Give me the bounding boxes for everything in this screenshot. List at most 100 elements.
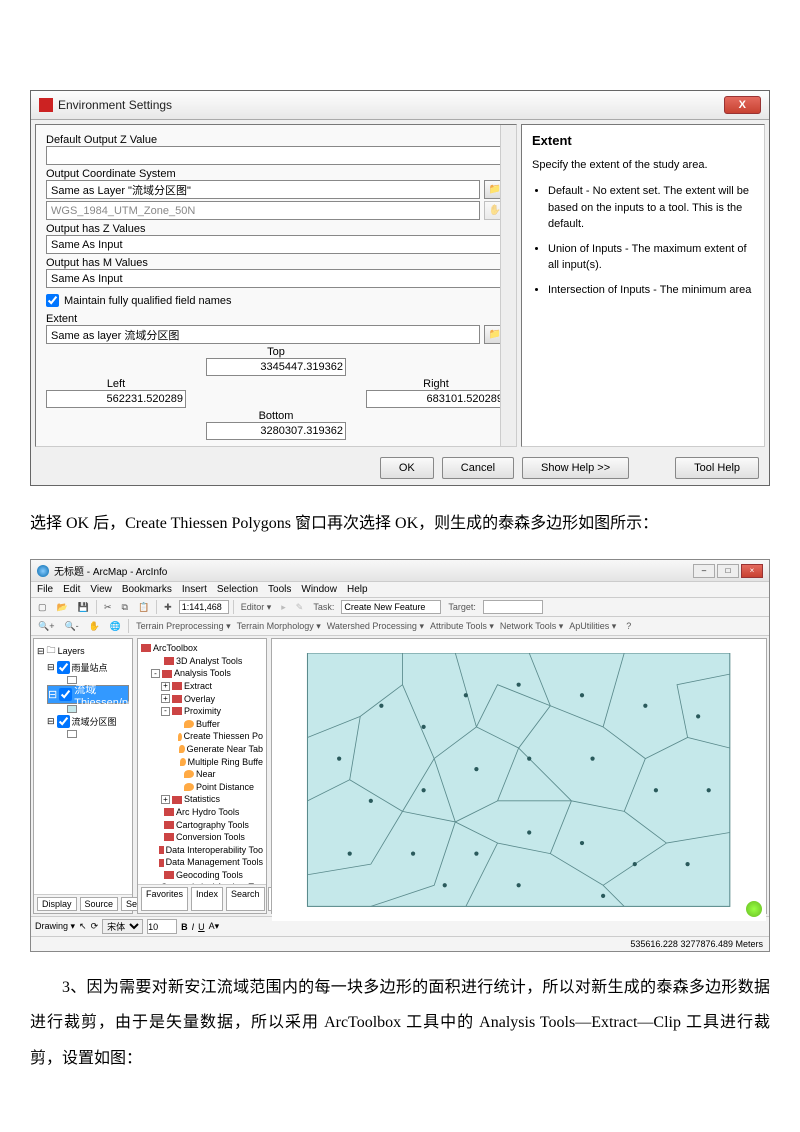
cut-icon[interactable]: ✂ xyxy=(101,601,115,614)
editor-menu[interactable]: Editor ▾ xyxy=(238,601,275,614)
paste-icon[interactable]: 📋 xyxy=(135,601,152,614)
toolbox-item[interactable]: 3D Analyst Tools xyxy=(151,655,263,668)
italic-icon[interactable]: I xyxy=(192,922,195,932)
toolbox-item[interactable]: Arc Hydro Tools xyxy=(151,806,263,819)
arcmap-titlebar[interactable]: 无标题 - ArcMap - ArcInfo – □ × xyxy=(31,560,769,582)
bottom-input[interactable] xyxy=(206,422,346,440)
rotate-icon[interactable]: ⟳ xyxy=(91,921,99,932)
add-data-icon[interactable]: ✚ xyxy=(161,601,175,614)
underline-icon[interactable]: U xyxy=(198,922,205,932)
right-input[interactable] xyxy=(366,390,506,408)
drawing-menu[interactable]: Drawing ▾ xyxy=(35,921,75,932)
bold-icon[interactable]: B xyxy=(181,922,188,932)
zoom-out-icon[interactable]: 🔍- xyxy=(61,620,81,633)
toolbox-tab[interactable]: Favorites xyxy=(141,887,188,911)
select-elements-icon[interactable]: ↖ xyxy=(79,921,87,932)
help-panel: Extent Specify the extent of the study a… xyxy=(521,124,765,447)
toolbox-item[interactable]: +Overlay xyxy=(161,693,263,706)
default-z-input[interactable] xyxy=(46,146,506,165)
tool-item[interactable]: Buffer xyxy=(171,718,263,731)
has-m-select[interactable] xyxy=(46,269,506,288)
hydro-menu-item[interactable]: Terrain Preprocessing ▾ xyxy=(133,620,234,632)
toolbox-item[interactable]: +Statistics xyxy=(161,793,263,806)
toolbox-item[interactable]: Geocoding Tools xyxy=(151,869,263,882)
font-size-input[interactable] xyxy=(147,919,177,934)
toc-layer[interactable]: ⊟流域Thiessen/polygons xyxy=(47,685,129,704)
map-canvas[interactable] xyxy=(271,638,767,914)
refresh-icon[interactable] xyxy=(746,901,762,917)
toolbox-tab[interactable]: Index xyxy=(191,887,223,911)
arcmap-window: 无标题 - ArcMap - ArcInfo – □ × File Edit Vie… xyxy=(30,559,770,952)
zoom-in-icon[interactable]: 🔍+ xyxy=(35,620,57,633)
toolbox-item[interactable]: -Proximity xyxy=(161,705,263,718)
hydro-menu-item[interactable]: Network Tools ▾ xyxy=(497,620,566,632)
font-color-icon[interactable]: A▾ xyxy=(209,921,220,932)
scale-input[interactable] xyxy=(179,600,229,614)
toc-layer[interactable]: ⊟雨量站点 xyxy=(47,660,129,675)
font-select[interactable]: 宋体 xyxy=(102,919,143,934)
hydro-menu-item[interactable]: Watershed Processing ▾ xyxy=(324,620,427,632)
menu-item[interactable]: Bookmarks xyxy=(122,584,172,595)
toc-root[interactable]: ⊟🗀Layers xyxy=(37,642,129,660)
minimize-button[interactable]: – xyxy=(693,564,715,578)
task-select[interactable] xyxy=(341,600,441,614)
toc-tab[interactable]: Display xyxy=(37,897,77,911)
toc-layer[interactable]: ⊟流域分区图 xyxy=(47,714,129,729)
layer-symbol[interactable] xyxy=(67,729,129,739)
coord-sys-select[interactable] xyxy=(46,180,480,199)
cancel-button[interactable]: Cancel xyxy=(442,457,514,479)
menu-item[interactable]: Selection xyxy=(217,584,258,595)
help-icon[interactable]: ? xyxy=(623,620,634,632)
top-input[interactable] xyxy=(206,358,346,376)
scrollbar[interactable] xyxy=(500,125,516,446)
close-button[interactable]: × xyxy=(741,564,763,578)
open-icon[interactable]: 📂 xyxy=(54,601,71,614)
save-icon[interactable]: 💾 xyxy=(75,601,92,614)
dialog-titlebar[interactable]: Environment Settings X xyxy=(31,91,769,120)
show-help-button[interactable]: Show Help >> xyxy=(522,457,629,479)
edit-tool-icon: ▸ xyxy=(278,601,289,614)
menu-item[interactable]: Insert xyxy=(182,584,207,595)
close-button[interactable]: X xyxy=(724,96,761,114)
menu-item[interactable]: Tools xyxy=(268,584,291,595)
hydro-menu-item[interactable]: ApUtilities ▾ xyxy=(566,620,619,632)
has-z-select[interactable] xyxy=(46,235,506,254)
toolbox-tab[interactable]: Search xyxy=(226,887,265,911)
menu-item[interactable]: Window xyxy=(301,584,337,595)
toc-tab[interactable]: Source xyxy=(80,897,119,911)
extent-select[interactable] xyxy=(46,325,480,344)
tool-item[interactable]: Create Thiessen Po xyxy=(171,730,263,743)
layer-checkbox[interactable] xyxy=(59,688,72,701)
tool-item[interactable]: Multiple Ring Buffe xyxy=(171,756,263,769)
toolbox-item[interactable]: Cartography Tools xyxy=(151,819,263,832)
menu-item[interactable]: Help xyxy=(347,584,368,595)
dialog-title: Environment Settings xyxy=(58,98,172,112)
menu-item[interactable]: Edit xyxy=(63,584,80,595)
menu-item[interactable]: File xyxy=(37,584,53,595)
full-extent-icon[interactable]: 🌐 xyxy=(107,620,124,633)
layer-checkbox[interactable] xyxy=(57,715,70,728)
tool-item[interactable]: Point Distance xyxy=(171,781,263,794)
left-input[interactable] xyxy=(46,390,186,408)
maximize-button[interactable]: □ xyxy=(717,564,739,578)
copy-icon[interactable]: ⧉ xyxy=(119,601,131,614)
help-desc: Specify the extent of the study area. xyxy=(532,158,754,173)
toolbox-item[interactable]: -Analysis Tools xyxy=(151,667,263,680)
maintain-checkbox[interactable] xyxy=(46,294,59,307)
toolbox-root[interactable]: ArcToolbox xyxy=(141,642,263,655)
layer-checkbox[interactable] xyxy=(57,661,70,674)
ok-button[interactable]: OK xyxy=(380,457,434,479)
toolbox-item[interactable]: +Extract xyxy=(161,680,263,693)
new-icon[interactable]: ▢ xyxy=(35,601,50,614)
pan-icon[interactable]: ✋ xyxy=(86,620,103,633)
toolbox-item[interactable]: Data Management Tools xyxy=(151,856,263,869)
toolbox-item[interactable]: Data Interoperability Too xyxy=(151,844,263,857)
hydro-menu-item[interactable]: Terrain Morphology ▾ xyxy=(234,620,324,632)
tool-item[interactable]: Generate Near Tab xyxy=(171,743,263,756)
tool-help-button[interactable]: Tool Help xyxy=(675,457,759,479)
menu-item[interactable]: View xyxy=(90,584,112,595)
tool-item[interactable]: Near xyxy=(171,768,263,781)
hydro-menu-item[interactable]: Attribute Tools ▾ xyxy=(427,620,497,632)
target-select[interactable] xyxy=(483,600,543,614)
toolbox-item[interactable]: Conversion Tools xyxy=(151,831,263,844)
